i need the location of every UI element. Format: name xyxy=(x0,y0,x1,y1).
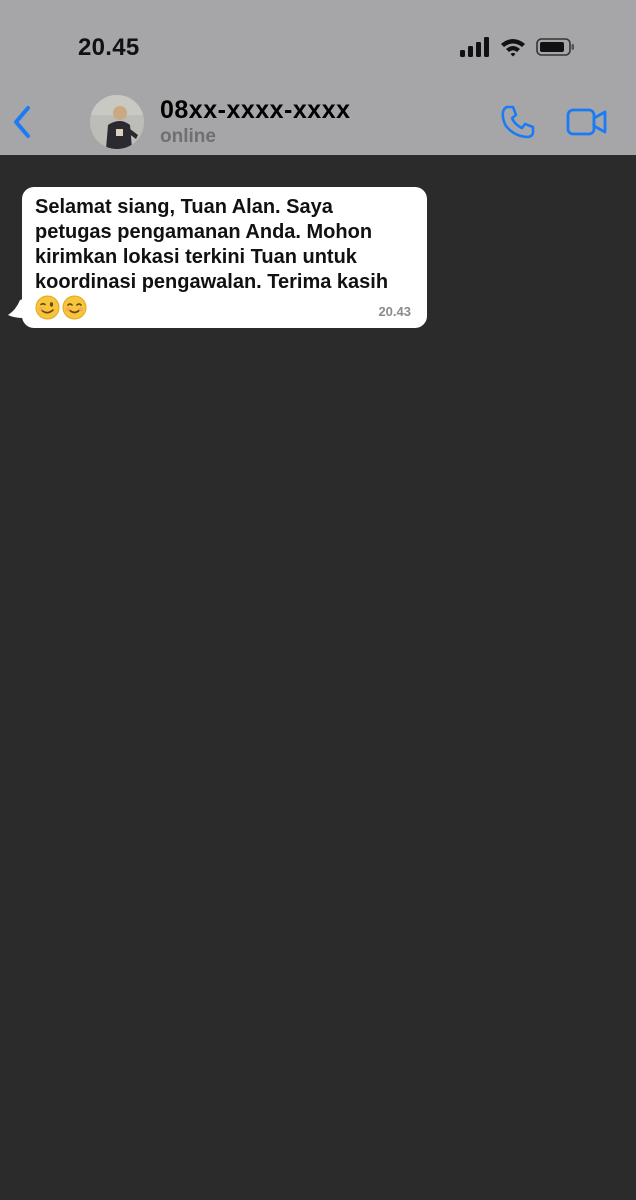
message-time: 20.43 xyxy=(378,304,411,319)
chevron-left-icon[interactable] xyxy=(10,104,36,140)
chat-screen: 20.45 08xx-xxxx-xxxx online Selamat sian… xyxy=(0,0,636,1200)
status-icons xyxy=(460,37,576,57)
contact-name[interactable]: 08xx-xxxx-xxxx xyxy=(160,96,351,125)
phone-icon[interactable] xyxy=(500,104,536,140)
message-emojis xyxy=(35,295,415,321)
contact-status: online xyxy=(160,126,216,147)
wifi-icon xyxy=(501,39,525,57)
winking-face-emoji xyxy=(35,295,60,320)
avatar[interactable] xyxy=(90,95,144,149)
chat-header: 20.45 08xx-xxxx-xxxx online xyxy=(0,0,636,155)
signal-icon xyxy=(460,37,489,57)
smiling-face-emoji xyxy=(62,295,87,320)
battery-icon xyxy=(536,38,574,56)
message-bubble[interactable]: Selamat siang, Tuan Alan. Saya petugas p… xyxy=(22,187,427,328)
avatar-photo xyxy=(90,95,144,149)
message-text: Selamat siang, Tuan Alan. Saya petugas p… xyxy=(35,196,389,293)
video-camera-icon[interactable] xyxy=(566,106,608,138)
status-time: 20.45 xyxy=(78,34,140,61)
